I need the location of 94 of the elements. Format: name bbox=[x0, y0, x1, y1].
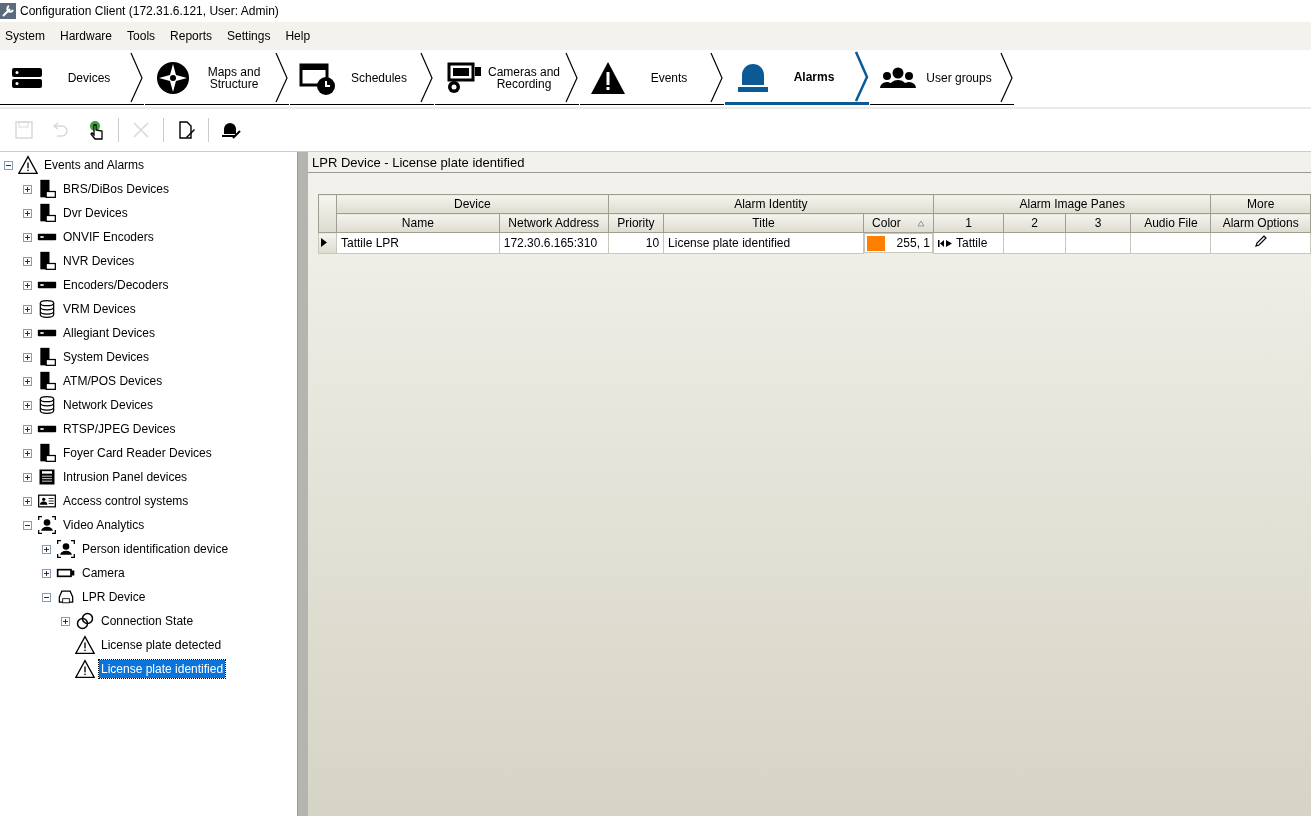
tree-item[interactable]: Foyer Card Reader Devices bbox=[61, 444, 214, 462]
tree-item[interactable]: License plate identified bbox=[99, 660, 226, 678]
play-icon bbox=[938, 239, 952, 247]
tree-item[interactable]: Person identification device bbox=[80, 540, 231, 558]
tree-item[interactable]: RTSP/JPEG Devices bbox=[61, 420, 178, 438]
pencil-icon[interactable] bbox=[1253, 234, 1268, 249]
person-icon bbox=[56, 539, 76, 559]
tree-item[interactable]: VRM Devices bbox=[61, 300, 138, 318]
window-title: Configuration Client (172.31.6.121, User: Admin) bbox=[20, 4, 279, 18]
expander-toggle[interactable] bbox=[42, 568, 51, 578]
expander-toggle[interactable] bbox=[23, 400, 32, 410]
chevron-icon bbox=[1000, 50, 1014, 105]
document-pencil-icon bbox=[176, 120, 196, 140]
expander-toggle[interactable] bbox=[23, 280, 32, 290]
nav-tab[interactable]: Events bbox=[580, 51, 724, 105]
tree-item[interactable]: ONVIF Encoders bbox=[61, 228, 156, 246]
server-icon bbox=[37, 179, 57, 199]
expander-toggle[interactable] bbox=[23, 376, 32, 386]
expander-toggle[interactable] bbox=[23, 256, 32, 266]
tree-item[interactable]: Encoders/Decoders bbox=[61, 276, 171, 294]
expander-toggle[interactable] bbox=[23, 208, 32, 218]
expander-toggle[interactable] bbox=[23, 424, 32, 434]
warning-triangle-icon bbox=[75, 659, 95, 679]
expander-toggle[interactable] bbox=[23, 328, 32, 338]
nav-tab[interactable]: Maps and Structure bbox=[145, 51, 289, 105]
expander-toggle[interactable] bbox=[23, 304, 32, 314]
row-pointer-icon bbox=[321, 237, 327, 247]
link-icon bbox=[75, 611, 95, 631]
expander-toggle[interactable] bbox=[23, 232, 32, 242]
server-icon bbox=[37, 203, 57, 223]
chevron-icon bbox=[565, 50, 579, 105]
expander-toggle[interactable] bbox=[42, 592, 51, 602]
tree-item[interactable]: Intrusion Panel devices bbox=[61, 468, 190, 486]
expander-toggle[interactable] bbox=[23, 496, 32, 506]
siren-pencil-icon bbox=[221, 120, 241, 140]
tree-item[interactable]: License plate detected bbox=[99, 636, 224, 654]
column-group-header: More bbox=[1210, 194, 1311, 214]
tree-item[interactable]: System Devices bbox=[61, 348, 152, 366]
table-cell: 255, 1 bbox=[896, 236, 930, 250]
row-header[interactable] bbox=[318, 232, 337, 253]
column-group-header: Alarm Identity bbox=[608, 194, 934, 214]
chevron-icon bbox=[275, 50, 289, 105]
server-icon bbox=[37, 251, 57, 271]
tree-item[interactable]: Allegiant Devices bbox=[61, 324, 158, 342]
sort-indicator-icon bbox=[916, 219, 925, 227]
save-icon bbox=[14, 120, 34, 140]
person-icon bbox=[37, 515, 57, 535]
expander-toggle[interactable] bbox=[4, 160, 13, 170]
warning-triangle-icon bbox=[18, 155, 38, 175]
tree-item[interactable]: Network Devices bbox=[61, 396, 156, 414]
tree-item[interactable]: ATM/POS Devices bbox=[61, 372, 165, 390]
expander-toggle[interactable] bbox=[23, 184, 32, 194]
tree-item[interactable]: Video Analytics bbox=[61, 516, 147, 534]
undo-icon bbox=[50, 120, 70, 140]
table-cell: Tattile bbox=[956, 235, 988, 250]
tree-item[interactable]: LPR Device bbox=[80, 588, 148, 606]
tree-item[interactable]: Dvr Devices bbox=[61, 204, 130, 222]
menu-item[interactable]: Tools bbox=[127, 29, 165, 43]
close-icon bbox=[131, 120, 151, 140]
tree-item[interactable]: BRS/DiBos Devices bbox=[61, 180, 172, 198]
storage-icon bbox=[37, 299, 57, 319]
column-group-header: Device bbox=[336, 194, 609, 214]
nav-tab[interactable]: Schedules bbox=[290, 51, 434, 105]
expander-toggle[interactable] bbox=[23, 352, 32, 362]
column-group-header: Alarm Image Panes bbox=[933, 194, 1211, 214]
tree-item[interactable]: Events and Alarms bbox=[42, 156, 147, 174]
tree-item[interactable]: Camera bbox=[80, 564, 127, 582]
menu-item[interactable]: Reports bbox=[170, 29, 222, 43]
expander-toggle[interactable] bbox=[42, 544, 51, 554]
expander-toggle[interactable] bbox=[61, 616, 70, 626]
nav-tab[interactable]: Alarms bbox=[725, 51, 869, 105]
warning-triangle-icon bbox=[75, 635, 95, 655]
menu-item[interactable]: Hardware bbox=[60, 29, 122, 43]
tree-item[interactable]: Access control systems bbox=[61, 492, 191, 510]
server-icon bbox=[37, 443, 57, 463]
chevron-icon bbox=[710, 50, 724, 105]
tree-item[interactable]: NVR Devices bbox=[61, 252, 137, 270]
menu-item[interactable]: Help bbox=[285, 29, 320, 43]
tree-item[interactable]: Connection State bbox=[99, 612, 196, 630]
nav-tab[interactable]: Devices bbox=[0, 51, 144, 105]
storage-icon bbox=[37, 395, 57, 415]
chevron-icon bbox=[855, 49, 869, 104]
expander-toggle[interactable] bbox=[23, 472, 32, 482]
keypad-icon bbox=[37, 467, 57, 487]
menu-item[interactable]: Settings bbox=[227, 29, 280, 43]
nav-tab[interactable]: User groups bbox=[870, 51, 1014, 105]
chevron-icon bbox=[420, 50, 434, 105]
server-icon bbox=[37, 371, 57, 391]
expander-toggle[interactable] bbox=[23, 448, 32, 458]
chevron-icon bbox=[130, 50, 144, 105]
expander-toggle[interactable] bbox=[23, 520, 32, 530]
menu-item[interactable]: System bbox=[5, 29, 54, 43]
server-icon bbox=[37, 347, 57, 367]
nav-tab[interactable]: Cameras and Recording bbox=[435, 51, 579, 105]
